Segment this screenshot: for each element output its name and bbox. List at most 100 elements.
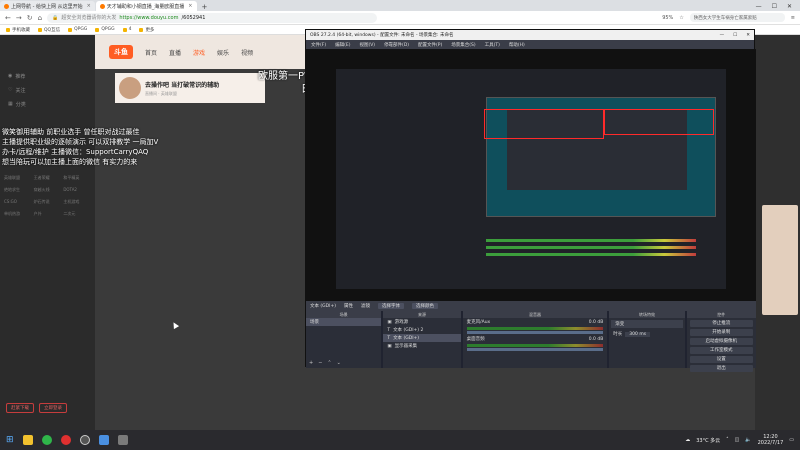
add-icon[interactable]: + [309,360,313,366]
exit-button[interactable]: 退出 [689,365,753,372]
category-item[interactable]: 户外 [34,211,62,217]
menu-icon[interactable]: ≡ [791,15,795,21]
category-item[interactable]: 单机热游 [4,211,32,217]
sidebar-item-follow[interactable]: ♡ 关注 [0,83,95,97]
bookmark-item[interactable]: QQ互信 [38,27,60,33]
login-button[interactable]: 立即登录 [39,403,67,413]
app-icon[interactable] [117,435,128,445]
menu-view[interactable]: 视图(V) [359,42,375,48]
reload-icon[interactable]: ↻ [27,14,33,22]
browser-tab-active[interactable]: 天才辅助和小钢直播_海量欧服直播 × [95,1,197,11]
transition-select[interactable]: 渐变 [611,320,683,328]
bookmark-item[interactable]: 4 [122,27,131,32]
close-icon[interactable]: × [188,3,192,9]
category-item[interactable]: DOTA2 [63,187,91,193]
system-clock[interactable]: 12:20 2022/7/17 [758,434,784,446]
menu-file[interactable]: 文件(F) [311,42,326,48]
select-font-button[interactable]: 选择字体 [378,303,404,309]
close-icon[interactable]: ✕ [746,33,750,38]
category-item[interactable]: 二次元 [63,211,91,217]
source-item[interactable]: T 文本 (GDI+) 2 [383,326,460,334]
source-item[interactable]: T 文本 (GDI+) [383,334,461,342]
volume-slider[interactable] [466,348,604,351]
download-button[interactable]: 赶紧下载 [6,403,34,413]
maximize-icon[interactable]: ☐ [733,33,737,38]
forward-icon[interactable]: → [16,14,22,22]
home-icon[interactable]: ⌂ [38,14,42,22]
up-icon[interactable]: ⌃ [327,360,331,366]
app-icon[interactable] [60,435,71,445]
site-logo[interactable]: 斗鱼 [109,45,133,59]
filters-button[interactable]: 滤镜 [361,303,370,309]
menu-help[interactable]: 帮助(H) [509,42,525,48]
site-favicon [99,3,105,9]
source-item[interactable]: ▣ 显示器采集 [383,342,460,350]
nav-video[interactable]: 视频 [241,48,253,57]
nav-home[interactable]: 首页 [145,48,157,57]
minimize-icon[interactable]: — [720,33,725,38]
search-input[interactable]: 陕西女大学生车祸身亡家属索赔 [689,13,785,22]
nav-entertainment[interactable]: 娱乐 [217,48,229,57]
browser-tab[interactable]: 上网导航 - 给快上网 从这里开始 × [0,1,95,11]
sidebar-item-recommend[interactable]: ◉ 推荐 [0,69,95,83]
category-item[interactable]: CS:GO [4,199,32,205]
menu-edit[interactable]: 编辑(E) [335,42,350,48]
category-item[interactable]: 穿越火线 [34,187,62,193]
new-tab-button[interactable]: + [198,3,212,11]
category-item[interactable]: 和平精英 [63,175,91,181]
nav-live[interactable]: 直播 [169,48,181,57]
start-recording-button[interactable]: 开始录制 [689,329,753,336]
category-item[interactable]: 绝地求生 [4,187,32,193]
scene-item[interactable]: 场景 [306,318,382,326]
file-explorer-icon[interactable] [22,435,33,445]
weather-text[interactable]: 33°C 多云 [696,437,720,444]
bookmark-item[interactable]: 手机收藏 [6,27,30,33]
chevron-up-icon[interactable]: ˄ [726,437,729,443]
studio-mode-button[interactable]: 工作室模式 [689,347,753,354]
remove-icon[interactable]: − [318,360,322,366]
menu-scene-collection[interactable]: 场景集合(S) [451,42,475,48]
back-icon[interactable]: ← [5,14,11,22]
speaker-icon[interactable]: 🔈 [745,437,751,443]
category-item[interactable]: 英雄联盟 [4,175,32,181]
duration-input[interactable]: 300 ms [625,331,651,337]
obs-icon[interactable] [79,435,90,445]
maximize-icon[interactable]: ☐ [772,3,777,10]
network-icon[interactable]: ◫ [735,437,740,443]
menu-docks[interactable]: 停靠部件(D) [384,42,409,48]
windows-start-icon[interactable]: ⊞ [6,435,14,445]
nested-audio-meters [486,239,696,269]
notification-icon[interactable]: ▭ [789,437,794,443]
volume-slider[interactable] [466,331,604,334]
category-item[interactable]: 炉石传说 [34,199,62,205]
bookmark-item[interactable]: 更多 [139,27,154,33]
menu-tools[interactable]: 工具(T) [485,42,500,48]
browser-tab-bar: 上网导航 - 给快上网 从这里开始 × 天才辅助和小钢直播_海量欧服直播 × +… [0,0,800,11]
down-icon[interactable]: ⌄ [337,360,341,366]
obs-preview-canvas[interactable] [306,49,756,301]
settings-button[interactable]: 设置 [689,356,753,363]
select-color-button[interactable]: 选择颜色 [412,303,438,309]
audio-meter [466,327,604,330]
avatar[interactable] [119,77,141,99]
minimize-icon[interactable]: — [756,3,762,10]
side-advertisement[interactable] [762,205,798,315]
stop-streaming-button[interactable]: 停止推流 [689,320,753,327]
bookmark-item[interactable]: QPGG [68,27,87,32]
category-item[interactable]: 主机游戏 [63,199,91,205]
app-icon[interactable] [98,435,109,445]
bookmark-item[interactable]: QPGG [95,27,115,32]
category-item[interactable]: 王者荣耀 [34,175,62,181]
source-item[interactable]: ▣ 游戏源 [383,318,460,326]
address-bar[interactable]: 🔒 超安全浏览器请你的大发 https://www.douyu.com/6052… [47,12,378,23]
close-icon[interactable]: × [87,3,91,9]
virtual-camera-button[interactable]: 启动虚拟摄像机 [689,338,753,345]
star-icon[interactable]: ☆ [679,15,683,21]
sidebar-item-category[interactable]: ▦ 分类 [0,97,95,111]
properties-button[interactable]: 属性 [344,303,353,309]
browser-icon[interactable] [41,435,52,445]
zoom-level[interactable]: 95% [662,15,673,21]
close-icon[interactable]: ✕ [787,3,792,10]
nav-games[interactable]: 游戏 [193,48,205,57]
menu-profile[interactable]: 配置文件(P) [418,42,442,48]
